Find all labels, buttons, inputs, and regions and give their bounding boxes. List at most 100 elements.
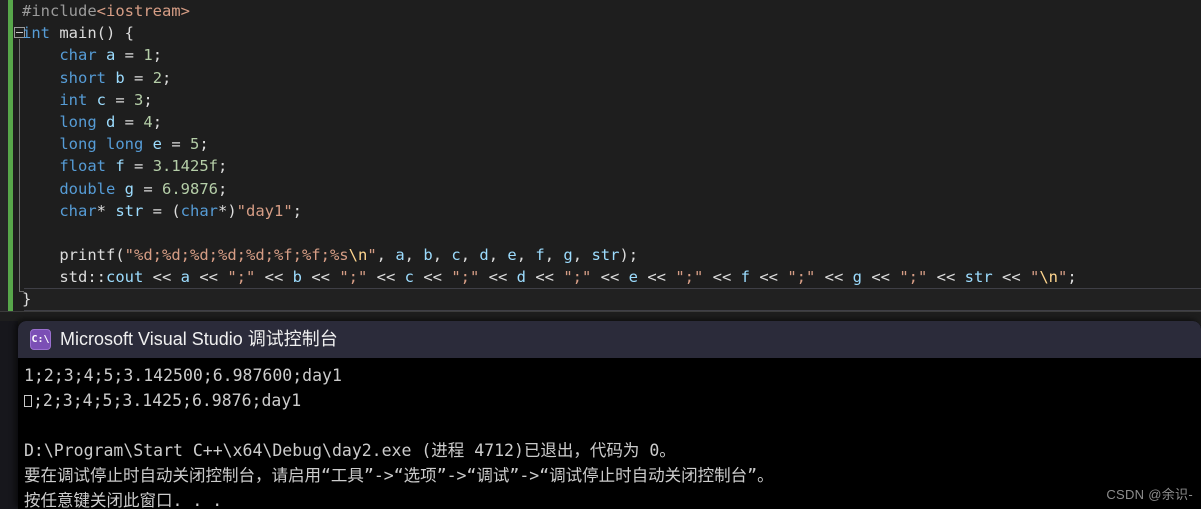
code-token: << (750, 268, 788, 287)
code-token: c (451, 246, 461, 265)
code-token: = (115, 112, 144, 131)
code-token: g (124, 179, 135, 198)
code-token: ; (1067, 268, 1077, 287)
code-token: 4 (143, 112, 153, 131)
code-line[interactable]: #include<iostream> (22, 0, 1077, 22)
code-token: * (96, 201, 116, 220)
code-token: " (1058, 268, 1068, 287)
code-token: "%d;%d;%d;%d;%d;%f;%f;%s (124, 246, 349, 265)
code-token: << (367, 268, 405, 287)
code-token: 1 (143, 46, 153, 65)
code-token: float (59, 157, 106, 176)
code-token: << (190, 268, 228, 287)
code-token: , (572, 246, 592, 265)
code-line[interactable]: float f = 3.1425f; (22, 155, 1077, 177)
code-token: ";" (227, 268, 256, 287)
code-token: ; (152, 112, 163, 131)
code-token: ";" (451, 268, 480, 287)
code-token: g (852, 268, 862, 287)
code-line[interactable]: int c = 3; (22, 89, 1077, 111)
code-token: d (516, 268, 526, 287)
console-line-text: ;2;3;4;5;3.1425;6.9876;day1 (33, 391, 302, 410)
code-line[interactable]: int main() { (22, 22, 1077, 44)
code-line[interactable]: char a = 1; (22, 44, 1077, 66)
code-editor[interactable]: #include<iostream> int main() { char a = … (0, 0, 1201, 318)
code-token: b (423, 246, 433, 265)
code-token: , (516, 246, 536, 265)
code-token: 2 (152, 68, 163, 87)
console-line: ;2;3;4;5;3.1425;6.9876;day1 (18, 388, 1201, 413)
code-token: a (180, 268, 190, 287)
code-line[interactable]: } (22, 288, 1077, 310)
code-token: , (376, 246, 396, 265)
code-token: = (134, 179, 163, 198)
code-token: char (59, 201, 97, 220)
code-line[interactable]: std::cout << a << ";" << b << ";" << c <… (22, 266, 1077, 288)
code-token: "day1" (236, 201, 293, 220)
code-line[interactable]: long d = 4; (22, 111, 1077, 133)
code-token: , (460, 246, 480, 265)
code-token: ); (619, 246, 639, 265)
code-token: << (143, 268, 181, 287)
console-title: Microsoft Visual Studio 调试控制台 (60, 329, 338, 349)
code-token: *) (217, 201, 237, 220)
code-token: char (59, 46, 97, 65)
code-token: str (115, 201, 144, 220)
console-titlebar[interactable]: C:\ Microsoft Visual Studio 调试控制台 (18, 321, 1201, 358)
code-token: short (59, 68, 106, 87)
editor-left-margin (0, 0, 8, 318)
code-token: cout (106, 268, 144, 287)
console-output[interactable]: 1;2;3;4;5;3.142500;6.987600;day1 ;2;3;4;5… (18, 358, 1201, 509)
fold-guide-line (19, 39, 20, 292)
code-token: g (563, 246, 573, 265)
code-token: ; (199, 135, 209, 154)
console-line: D:\Program\Start C++\x64\Debug\day2.exe … (24, 441, 676, 460)
console-line: 1;2;3;4;5;3.142500;6.987600;day1 (24, 366, 342, 385)
code-line[interactable]: long long e = 5; (22, 133, 1077, 155)
code-token: = (115, 46, 144, 65)
code-token: ; (143, 90, 153, 109)
watermark: CSDN @余识- (1106, 487, 1193, 502)
code-token: << (927, 268, 965, 287)
code-token: 6.9876 (162, 179, 219, 198)
code-token: ; (292, 201, 302, 220)
code-token: main (59, 24, 97, 43)
editor-bottom-border (0, 311, 1201, 312)
code-line[interactable]: char* str = (char*)"day1"; (22, 200, 1077, 222)
code-token: d (106, 112, 116, 131)
code-token: <iostream> (96, 2, 190, 20)
code-line[interactable]: printf("%d;%d;%d;%d;%d;%f;%f;%s\n", a, b… (22, 244, 1077, 266)
code-token: << (703, 268, 741, 287)
debug-console-window[interactable]: C:\ Microsoft Visual Studio 调试控制台 1;2;3;… (18, 321, 1201, 509)
code-token: ( (115, 246, 125, 265)
code-token: } (22, 290, 32, 309)
code-token: #include (22, 2, 97, 20)
code-token: str (591, 246, 620, 265)
code-line[interactable] (22, 222, 1077, 244)
code-token: double (59, 179, 116, 198)
code-token: f (535, 246, 545, 265)
code-token: 5 (190, 135, 200, 154)
code-line[interactable]: short b = 2; (22, 67, 1077, 89)
code-token: = (106, 90, 135, 109)
code-token: " (1029, 268, 1040, 287)
code-content[interactable]: #include<iostream> int main() { char a = … (22, 0, 1077, 311)
control-char-glyph (24, 395, 32, 407)
code-line[interactable]: double g = 6.9876; (22, 178, 1077, 200)
code-token: ; (162, 68, 172, 87)
code-token: << (414, 268, 452, 287)
code-token: c (96, 90, 107, 109)
code-token: = (124, 68, 153, 87)
code-token: << (591, 268, 629, 287)
